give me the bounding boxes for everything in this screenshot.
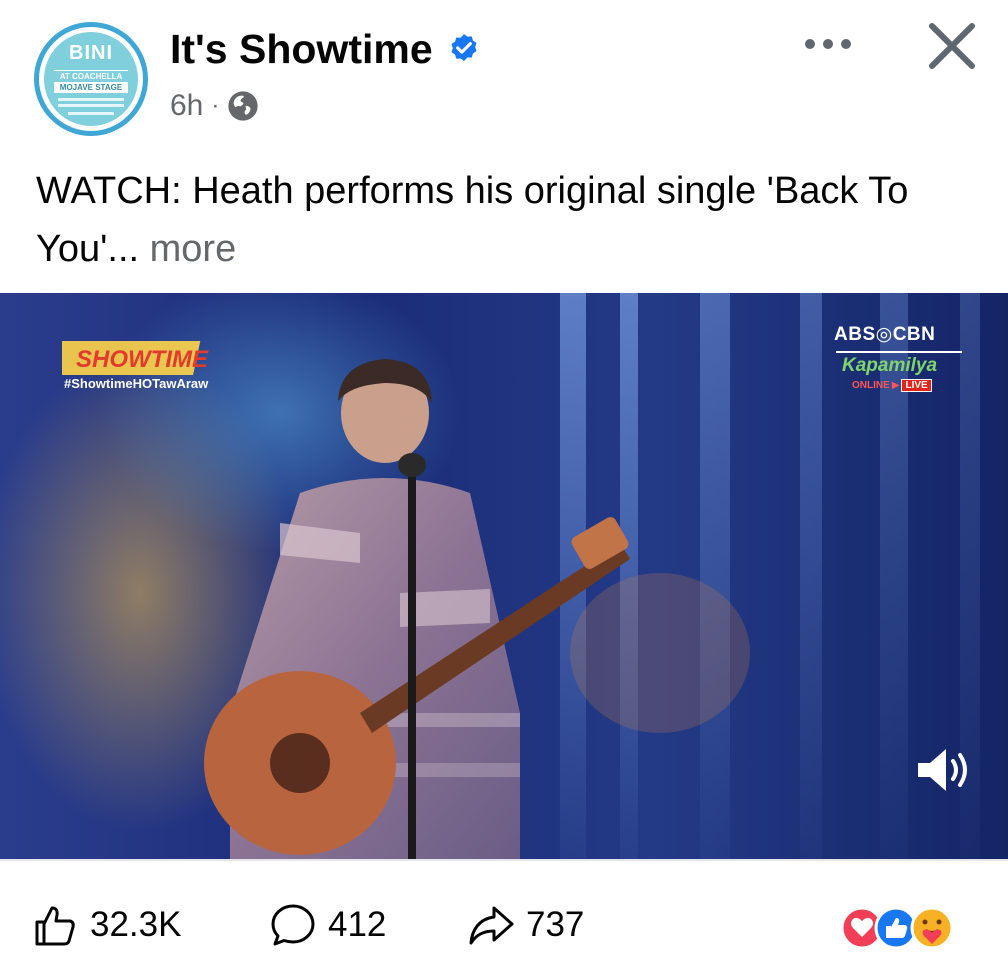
reaction-summary[interactable] bbox=[840, 900, 980, 956]
avatar-line-2: MOJAVE STAGE bbox=[54, 82, 128, 93]
play-triangle-icon: ▶ bbox=[891, 380, 900, 391]
verified-badge-icon bbox=[451, 34, 477, 62]
like-count: 32.3K bbox=[90, 905, 182, 944]
more-options-icon[interactable] bbox=[796, 26, 860, 62]
avatar-brand-text: BINI bbox=[69, 42, 113, 64]
like-reaction-icon bbox=[874, 906, 918, 950]
avatar-detail-line bbox=[58, 98, 124, 101]
post-timestamp[interactable]: 6h bbox=[170, 89, 203, 123]
video-player[interactable]: SHOWTIME #ShowtimeHOTawAraw ABS◎CBN Kapa… bbox=[0, 293, 1008, 859]
see-more-link[interactable]: more bbox=[150, 228, 237, 270]
share-icon bbox=[469, 906, 514, 945]
close-icon[interactable] bbox=[918, 16, 982, 80]
comment-button[interactable]: 412 bbox=[270, 890, 386, 960]
avatar-line-1: AT COACHELLA bbox=[54, 70, 128, 81]
like-icon bbox=[35, 906, 75, 946]
online-label: ONLINE bbox=[852, 380, 890, 391]
show-hashtag: #ShowtimeHOTawAraw bbox=[64, 376, 209, 391]
share-count: 737 bbox=[526, 905, 585, 944]
post-caption: WATCH: Heath performs his original singl… bbox=[36, 162, 976, 278]
share-button[interactable]: 737 bbox=[468, 890, 584, 960]
globe-icon bbox=[228, 91, 259, 121]
divider bbox=[0, 859, 1008, 861]
network-logo-rule bbox=[836, 351, 962, 353]
network-logo: ABS◎CBN bbox=[834, 324, 936, 345]
comment-icon bbox=[271, 904, 315, 946]
post-meta: 6h · bbox=[170, 88, 259, 124]
avatar-detail-line bbox=[68, 112, 114, 115]
comment-count: 412 bbox=[328, 905, 387, 944]
facebook-post: BINI AT COACHELLA MOJAVE STAGE It's Show… bbox=[0, 0, 1008, 971]
care-reaction-icon bbox=[910, 906, 954, 950]
volume-icon[interactable] bbox=[912, 745, 972, 795]
page-avatar[interactable]: BINI AT COACHELLA MOJAVE STAGE bbox=[34, 22, 148, 136]
showtime-logo-text: SHOWTIME bbox=[76, 346, 209, 373]
avatar-detail-line bbox=[58, 104, 124, 107]
like-button[interactable]: 32.3K bbox=[32, 890, 181, 960]
post-header: BINI AT COACHELLA MOJAVE STAGE It's Show… bbox=[0, 0, 1008, 150]
avatar-image: BINI AT COACHELLA MOJAVE STAGE bbox=[44, 32, 138, 126]
online-live-badge: ONLINE ▶ LIVE bbox=[852, 379, 932, 392]
page-name-link[interactable]: It's Showtime bbox=[170, 26, 433, 73]
meta-separator: · bbox=[211, 92, 220, 119]
live-label: LIVE bbox=[901, 379, 932, 392]
kapamilya-logo: Kapamilya bbox=[842, 355, 938, 376]
